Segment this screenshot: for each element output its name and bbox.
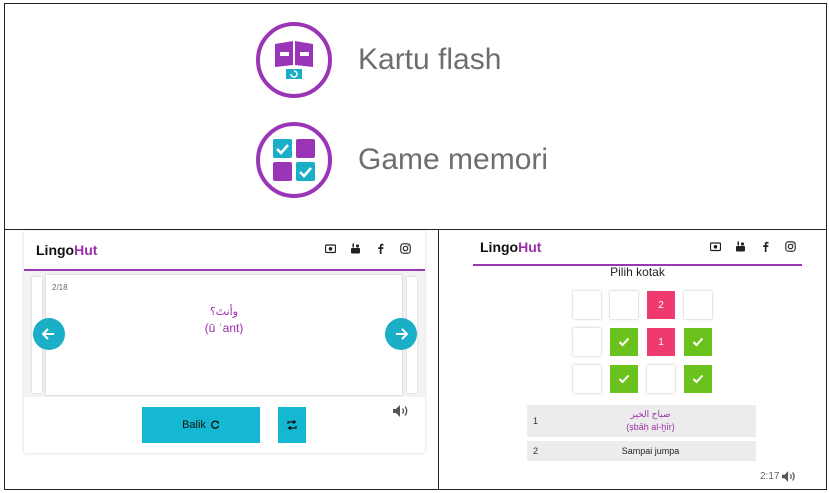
memory-game-panel: LingoHut Pilih kotak 2 1 1 صباح الخير (ṣb… — [473, 231, 802, 486]
navbar: LingoHut — [473, 231, 802, 266]
next-card-button[interactable] — [385, 318, 417, 350]
card-arabic-text: وأنتَ؟ — [209, 306, 239, 318]
memory-tile-matched[interactable] — [610, 365, 638, 393]
speaker-icon[interactable] — [392, 404, 410, 418]
memory-tile-hidden[interactable] — [573, 365, 601, 393]
refresh-icon — [211, 420, 220, 429]
phrase-arabic: صباح الخير — [630, 409, 671, 419]
card-transliteration: (ū ʾant) — [204, 321, 244, 335]
check-icon — [618, 337, 630, 347]
instagram-icon[interactable] — [400, 243, 411, 254]
instagram-icon[interactable] — [785, 241, 796, 252]
facebook-icon[interactable] — [375, 243, 386, 254]
phrase-number: 2 — [533, 446, 539, 456]
phrase-row[interactable]: 1 صباح الخير (ṣbāḥ al-ḫīr) — [527, 405, 756, 437]
arrow-left-icon — [41, 328, 54, 340]
social-links — [710, 241, 796, 252]
youtube-icon[interactable] — [350, 243, 361, 254]
check-icon — [618, 374, 630, 384]
memory-tile-revealed[interactable]: 1 — [647, 328, 675, 356]
feature-flashcard[interactable]: Kartu flash — [256, 22, 501, 98]
feature-memory-game-label: Game memori — [358, 143, 549, 176]
flashcard-icon — [256, 22, 332, 98]
game-timer: 2:17 — [760, 471, 780, 482]
phrase-row[interactable]: 2 Sampai jumpa — [527, 441, 756, 461]
flashcard-panel: LingoHut 2/18 وأنتَ؟ (ū ʾant) Balik — [24, 231, 425, 453]
memory-tile-hidden[interactable] — [610, 291, 638, 319]
camera-icon[interactable] — [325, 243, 336, 254]
lingohut-logo[interactable]: LingoHut — [480, 239, 541, 255]
memory-tile-matched[interactable] — [684, 328, 712, 356]
social-links — [325, 243, 411, 254]
flip-card-button[interactable]: Balik — [142, 407, 260, 443]
flip-label: Balik — [182, 419, 206, 431]
speaker-icon[interactable] — [781, 470, 797, 483]
youtube-icon[interactable] — [735, 241, 746, 252]
memory-tile-hidden[interactable] — [573, 291, 601, 319]
facebook-icon[interactable] — [760, 241, 771, 252]
memory-tile-matched[interactable] — [610, 328, 638, 356]
memory-tile-matched[interactable] — [684, 365, 712, 393]
repeat-button[interactable] — [278, 407, 306, 443]
card-counter: 2/18 — [52, 283, 68, 292]
memory-game-icon — [256, 122, 332, 198]
memory-tile-revealed[interactable]: 2 — [647, 291, 675, 319]
game-title: Pilih kotak — [610, 265, 665, 279]
divider-horizontal — [4, 229, 827, 230]
memory-tile-hidden[interactable] — [573, 328, 601, 356]
repeat-icon — [287, 420, 297, 430]
arrow-right-icon — [396, 328, 409, 340]
check-icon — [692, 337, 704, 347]
flashcard-area: 2/18 وأنتَ؟ (ū ʾant) — [24, 271, 425, 397]
memory-tile-hidden[interactable] — [647, 365, 675, 393]
flashcard[interactable]: 2/18 وأنتَ؟ (ū ʾant) — [46, 275, 402, 395]
camera-icon[interactable] — [710, 241, 721, 252]
divider-vertical — [438, 229, 439, 490]
feature-flashcard-label: Kartu flash — [358, 43, 502, 76]
phrase-transliteration: (ṣbāḥ al-ḫīr) — [626, 422, 675, 432]
phrase-number: 1 — [533, 416, 539, 426]
feature-memory-game[interactable]: Game memori — [256, 122, 548, 198]
navbar: LingoHut — [24, 231, 425, 271]
previous-card-button[interactable] — [33, 318, 65, 350]
memory-tile-hidden[interactable] — [684, 291, 712, 319]
phrase-text: Sampai jumpa — [621, 446, 680, 456]
lingohut-logo[interactable]: LingoHut — [36, 242, 97, 258]
check-icon — [692, 374, 704, 384]
